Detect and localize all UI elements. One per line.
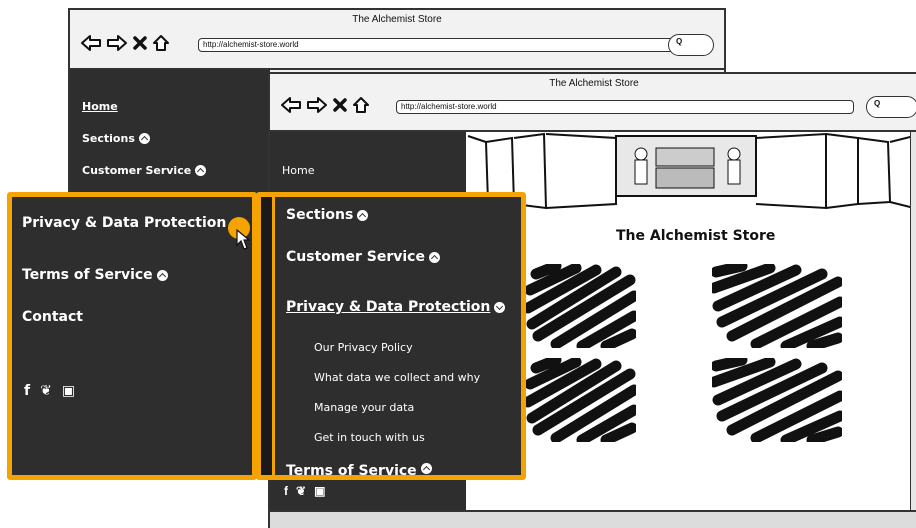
product-image-1 [526, 264, 636, 348]
product-image-4 [712, 358, 842, 442]
menu-item-customer-service-label: Customer Service [286, 249, 425, 265]
front-toolbar: http://alchemist-store.world Q [270, 90, 916, 132]
front-statusbar [270, 510, 916, 528]
back-nav-home[interactable]: Home [82, 100, 118, 113]
back-toolbar: http://alchemist-store.world Q [70, 28, 724, 70]
chevron-up-icon [428, 251, 440, 263]
menu-item-privacy-expanded[interactable]: Privacy & Data Protection [286, 299, 506, 315]
front-search-icon: Q [874, 99, 881, 108]
menu-item-contact[interactable]: Contact [22, 309, 83, 325]
back-nav-customer-service[interactable]: Customer Service [82, 164, 207, 177]
product-image-3 [526, 358, 636, 442]
menu-item-customer-service[interactable]: Customer Service [286, 249, 440, 265]
product-image-2 [712, 264, 842, 348]
back-url-bar[interactable]: http://alchemist-store.world [198, 38, 678, 52]
menu-item-privacy-expanded-label: Privacy & Data Protection [286, 299, 491, 315]
back-search-box[interactable]: Q [668, 34, 714, 56]
back-nav-icons [80, 34, 170, 52]
twitter-icon[interactable]: ❦ [296, 484, 306, 498]
home-icon[interactable] [352, 96, 370, 114]
front-window-title: The Alchemist Store [549, 78, 639, 89]
submenu-manage-data[interactable]: Manage your data [314, 401, 414, 414]
chevron-down-icon [494, 301, 506, 313]
submenu-get-in-touch[interactable]: Get in touch with us [314, 431, 425, 444]
submenu-privacy-policy[interactable]: Our Privacy Policy [314, 341, 413, 354]
mouse-cursor-icon [236, 229, 250, 250]
back-nav-customer-service-label: Customer Service [82, 164, 192, 177]
store-title: The Alchemist Store [616, 228, 776, 244]
menu-item-sections[interactable]: Sections [286, 207, 369, 223]
front-social-icons: f ❦ ▣ [284, 484, 325, 498]
left-highlight-frame: Privacy & Data Protection Terms of Servi… [7, 192, 257, 480]
back-nav-sections[interactable]: Sections [82, 132, 150, 145]
facebook-icon[interactable]: f [24, 383, 30, 399]
chevron-up-icon [156, 269, 168, 281]
instagram-icon[interactable]: ▣ [314, 484, 325, 498]
front-search-box[interactable]: Q [866, 96, 916, 118]
menu-item-terms-clipped-label: Terms of Service [286, 463, 417, 475]
store-banner [467, 132, 915, 210]
stop-icon[interactable] [132, 35, 148, 51]
back-arrow-icon[interactable] [280, 96, 302, 114]
submenu-data-collected[interactable]: What data we collect and why [314, 371, 480, 384]
back-nav-sections-label: Sections [82, 132, 135, 145]
twitter-icon[interactable]: ❦ [40, 383, 52, 399]
front-content: The Alchemist Store [466, 132, 916, 528]
menu-item-terms[interactable]: Terms of Service [22, 267, 168, 283]
front-scrollbar[interactable] [910, 132, 916, 510]
menu-item-terms-clipped[interactable]: Terms of Service [286, 463, 432, 475]
front-nav-home[interactable]: Home [282, 164, 314, 177]
left-social-icons: f ❦ ▣ [24, 383, 75, 399]
right-zoomed-menu: Sections Customer Service Privacy & Data… [278, 197, 521, 475]
chevron-up-icon [138, 133, 150, 144]
chevron-up-icon [195, 165, 207, 176]
front-nav-icons [280, 96, 370, 114]
chevron-up-icon [420, 463, 432, 474]
back-search-icon: Q [676, 37, 683, 46]
menu-item-contact-label: Contact [22, 309, 83, 325]
facebook-icon[interactable]: f [284, 484, 288, 498]
right-highlight-frame: Sections Customer Service Privacy & Data… [256, 192, 526, 480]
stop-icon[interactable] [332, 97, 348, 113]
chevron-up-icon [357, 209, 369, 221]
menu-item-privacy[interactable]: Privacy & Data Protection [22, 215, 226, 231]
back-arrow-icon[interactable] [80, 34, 102, 52]
forward-arrow-icon[interactable] [106, 34, 128, 52]
forward-arrow-icon[interactable] [306, 96, 328, 114]
front-url-bar[interactable]: http://alchemist-store.world [396, 100, 854, 114]
menu-item-privacy-label: Privacy & Data Protection [22, 215, 227, 231]
instagram-icon[interactable]: ▣ [62, 383, 75, 399]
home-icon[interactable] [152, 34, 170, 52]
menu-item-sections-label: Sections [286, 207, 354, 223]
menu-item-terms-label: Terms of Service [22, 267, 153, 283]
right-frame-divider [261, 197, 275, 475]
back-window-title: The Alchemist Store [352, 14, 442, 25]
left-zoomed-menu: Privacy & Data Protection Terms of Servi… [12, 197, 252, 475]
